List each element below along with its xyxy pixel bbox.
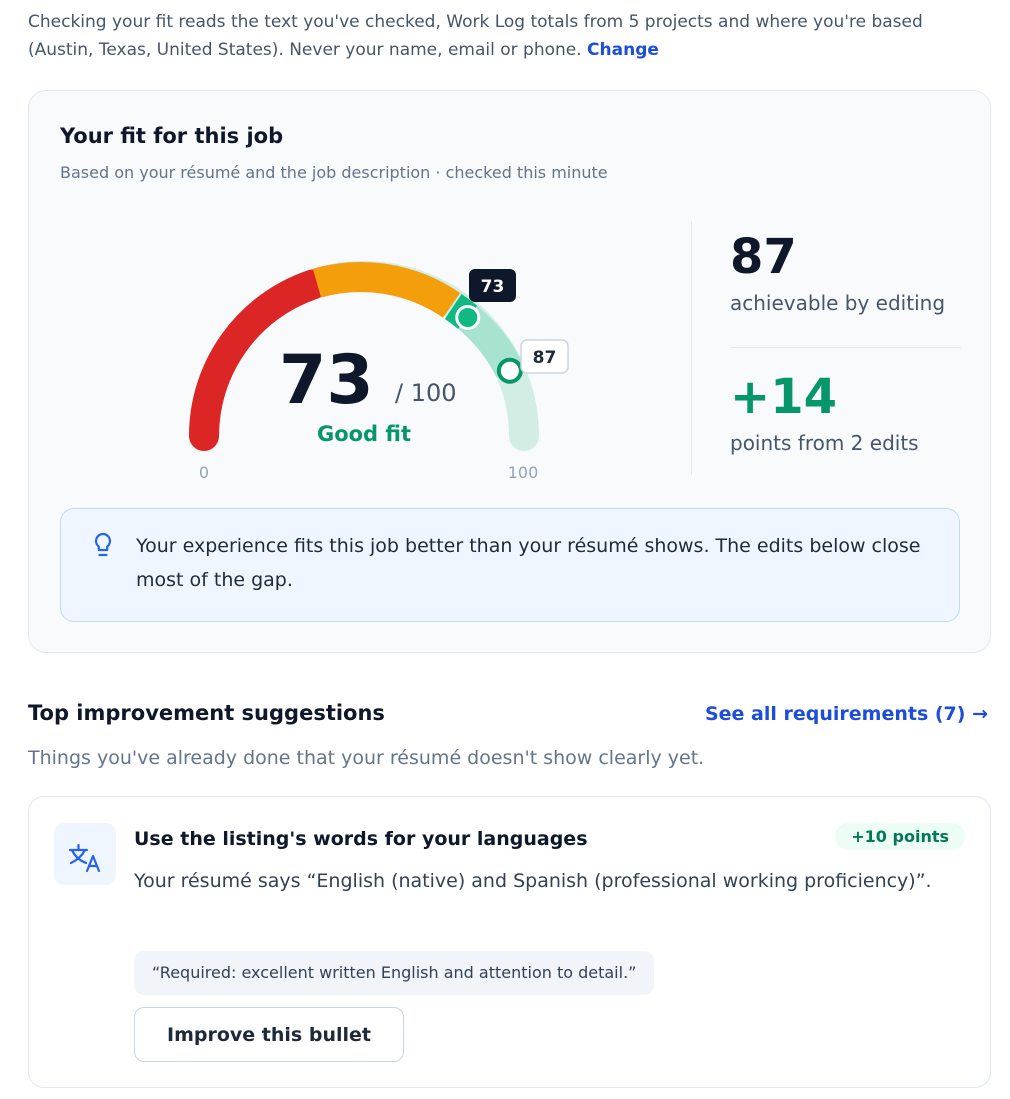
score-value: 73 (279, 341, 374, 420)
see-all-requirements-link[interactable]: See all requirements (7) → (705, 703, 988, 725)
points-gain-label: points from 2 edits (730, 431, 919, 455)
scale-max: 100 (508, 463, 539, 482)
points-badge: +10 points (835, 823, 965, 850)
suggestion-body: Your résumé says “English (native) and S… (134, 870, 932, 892)
fit-rating: Good fit (317, 422, 411, 446)
insight-text: Your experience fits this job better tha… (136, 535, 921, 591)
stats-separator (730, 347, 961, 348)
target-marker-label: 87 (533, 348, 557, 368)
privacy-notice: Checking your fit reads the text you've … (28, 8, 988, 64)
achievable-label: achievable by editing (730, 291, 946, 315)
insight-callout: Your experience fits this job better tha… (60, 508, 960, 622)
improve-bullet-button[interactable]: Improve this bullet (134, 1007, 404, 1062)
suggestion-icon-tile (54, 823, 116, 885)
lightbulb-icon (94, 532, 112, 557)
suggestion-card: Use the listing's words for your languag… (28, 796, 991, 1088)
change-link[interactable]: Change (587, 40, 659, 60)
fit-card: Your fit for this job Based on your résu… (28, 90, 991, 653)
gauge-segment-orange (312, 262, 461, 318)
suggestions-title: Top improvement suggestions (28, 701, 385, 725)
score-max: / 100 (395, 379, 457, 407)
stats-divider (691, 221, 692, 475)
achievable-score: 87 (730, 229, 797, 285)
scale-min: 0 (199, 463, 209, 482)
points-gain: +14 (730, 369, 838, 425)
suggestion-title: Use the listing's words for your languag… (134, 828, 588, 850)
requirement-quote: “Required: excellent written English and… (134, 951, 655, 995)
fit-gauge: 73 87 73 / 100 Good fit 0 100 (189, 261, 569, 482)
current-marker-label: 73 (481, 277, 505, 297)
privacy-text: Checking your fit reads the text you've … (28, 12, 923, 60)
translate-icon (68, 843, 101, 873)
current-score-dot (455, 304, 481, 330)
target-score-ring (496, 357, 523, 384)
suggestions-subtitle: Things you've already done that your rés… (28, 747, 705, 769)
